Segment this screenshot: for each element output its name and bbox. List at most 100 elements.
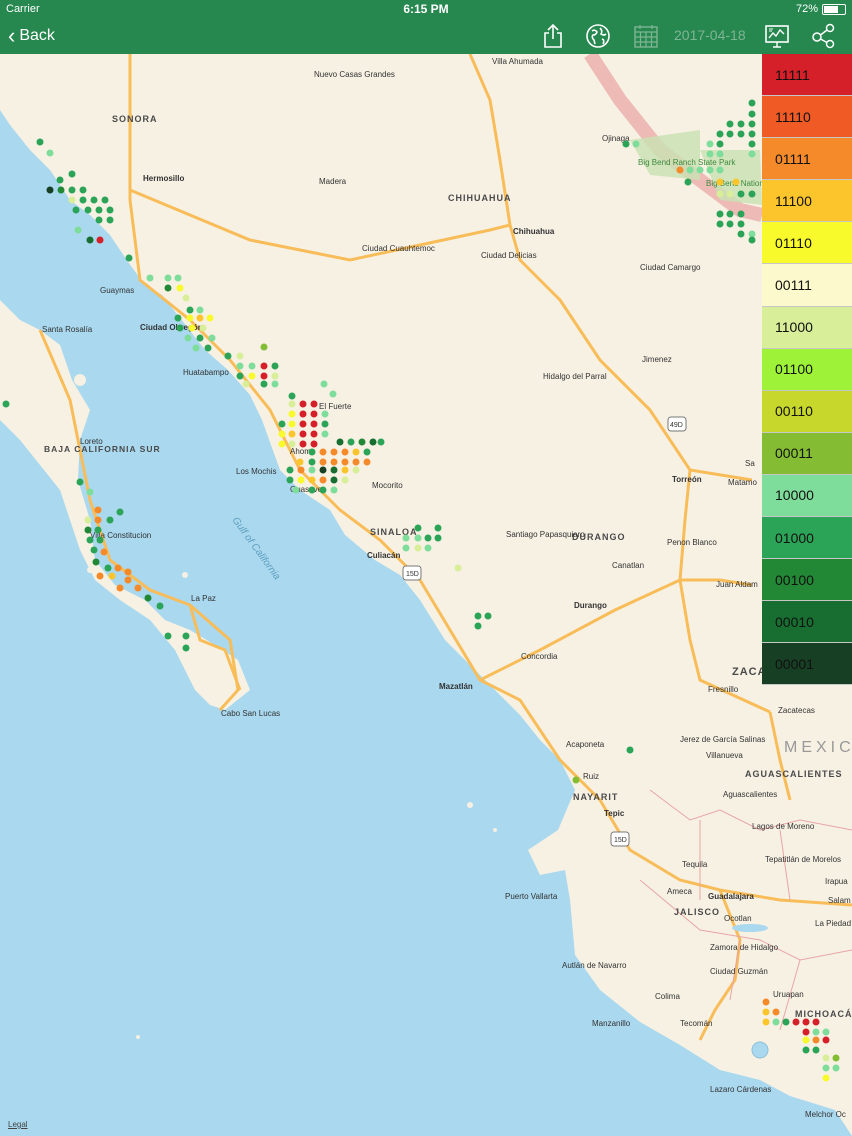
data-dot[interactable]	[106, 216, 114, 224]
data-dot[interactable]	[358, 438, 366, 446]
data-dot[interactable]	[176, 284, 184, 292]
data-dot[interactable]	[832, 1054, 840, 1062]
legend-item[interactable]: 00111	[762, 264, 852, 307]
data-dot[interactable]	[56, 176, 64, 184]
data-dot[interactable]	[330, 476, 338, 484]
data-dot[interactable]	[248, 372, 256, 380]
data-dot[interactable]	[319, 448, 327, 456]
data-dot[interactable]	[321, 420, 329, 428]
data-dot[interactable]	[347, 438, 355, 446]
data-dot[interactable]	[772, 1008, 780, 1016]
data-dot[interactable]	[248, 362, 256, 370]
data-dot[interactable]	[434, 524, 442, 532]
data-dot[interactable]	[341, 466, 349, 474]
data-dot[interactable]	[716, 140, 724, 148]
data-dot[interactable]	[271, 362, 279, 370]
data-dot[interactable]	[319, 486, 327, 494]
data-dot[interactable]	[224, 352, 232, 360]
data-dot[interactable]	[86, 488, 94, 496]
data-dot[interactable]	[308, 466, 316, 474]
data-dot[interactable]	[90, 196, 98, 204]
data-dot[interactable]	[236, 352, 244, 360]
data-dot[interactable]	[204, 344, 212, 352]
data-dot[interactable]	[686, 166, 694, 174]
data-dot[interactable]	[732, 178, 740, 186]
globe-icon[interactable]	[584, 22, 612, 50]
data-dot[interactable]	[299, 430, 307, 438]
data-dot[interactable]	[288, 440, 296, 448]
data-dot[interactable]	[199, 324, 207, 332]
data-dot[interactable]	[310, 440, 318, 448]
legend-item[interactable]: 10000	[762, 474, 852, 518]
data-dot[interactable]	[748, 190, 756, 198]
data-dot[interactable]	[184, 334, 192, 342]
data-dot[interactable]	[454, 564, 462, 572]
data-dot[interactable]	[822, 1028, 830, 1036]
data-dot[interactable]	[2, 400, 10, 408]
data-dot[interactable]	[94, 526, 102, 534]
data-dot[interactable]	[812, 1046, 820, 1054]
data-dot[interactable]	[36, 138, 44, 146]
data-dot[interactable]	[626, 746, 634, 754]
data-dot[interactable]	[726, 130, 734, 138]
data-dot[interactable]	[737, 120, 745, 128]
data-dot[interactable]	[572, 776, 580, 784]
data-dot[interactable]	[182, 632, 190, 640]
data-dot[interactable]	[330, 458, 338, 466]
data-dot[interactable]	[278, 430, 286, 438]
data-dot[interactable]	[124, 568, 132, 576]
data-dot[interactable]	[196, 314, 204, 322]
data-dot[interactable]	[46, 149, 54, 157]
data-dot[interactable]	[134, 584, 142, 592]
data-dot[interactable]	[748, 130, 756, 138]
data-dot[interactable]	[377, 438, 385, 446]
legend-item[interactable]: 11100	[762, 180, 852, 223]
data-dot[interactable]	[164, 284, 172, 292]
data-dot[interactable]	[101, 196, 109, 204]
data-dot[interactable]	[74, 226, 82, 234]
data-dot[interactable]	[330, 486, 338, 494]
data-dot[interactable]	[330, 466, 338, 474]
data-dot[interactable]	[100, 548, 108, 556]
data-dot[interactable]	[424, 544, 432, 552]
data-dot[interactable]	[812, 1018, 820, 1026]
data-dot[interactable]	[706, 166, 714, 174]
data-dot[interactable]	[242, 380, 250, 388]
data-dot[interactable]	[782, 1018, 790, 1026]
data-dot[interactable]	[296, 458, 304, 466]
data-dot[interactable]	[748, 110, 756, 118]
data-dot[interactable]	[737, 230, 745, 238]
data-dot[interactable]	[414, 524, 422, 532]
data-dot[interactable]	[414, 544, 422, 552]
data-dot[interactable]	[434, 534, 442, 542]
data-dot[interactable]	[802, 1046, 810, 1054]
data-dot[interactable]	[414, 534, 422, 542]
data-dot[interactable]	[299, 440, 307, 448]
data-dot[interactable]	[176, 324, 184, 332]
data-dot[interactable]	[288, 400, 296, 408]
legend-item[interactable]: 00010	[762, 601, 852, 644]
data-dot[interactable]	[676, 166, 684, 174]
legend-item[interactable]: 01100	[762, 348, 852, 391]
data-dot[interactable]	[271, 380, 279, 388]
data-dot[interactable]	[402, 544, 410, 552]
data-dot[interactable]	[369, 438, 377, 446]
data-dot[interactable]	[297, 476, 305, 484]
legend-item[interactable]: 00100	[762, 559, 852, 602]
data-dot[interactable]	[737, 210, 745, 218]
data-dot[interactable]	[182, 294, 190, 302]
data-dot[interactable]	[297, 466, 305, 474]
legend-item[interactable]: 11000	[762, 306, 852, 349]
data-dot[interactable]	[188, 324, 196, 332]
data-dot[interactable]	[737, 190, 745, 198]
data-dot[interactable]	[84, 516, 92, 524]
data-dot[interactable]	[352, 466, 360, 474]
data-dot[interactable]	[68, 170, 76, 178]
data-dot[interactable]	[319, 466, 327, 474]
data-dot[interactable]	[156, 602, 164, 610]
data-dot[interactable]	[716, 130, 724, 138]
data-dot[interactable]	[57, 186, 65, 194]
legend-item[interactable]: 00001	[762, 643, 852, 686]
data-dot[interactable]	[288, 392, 296, 400]
network-icon[interactable]	[810, 22, 838, 50]
